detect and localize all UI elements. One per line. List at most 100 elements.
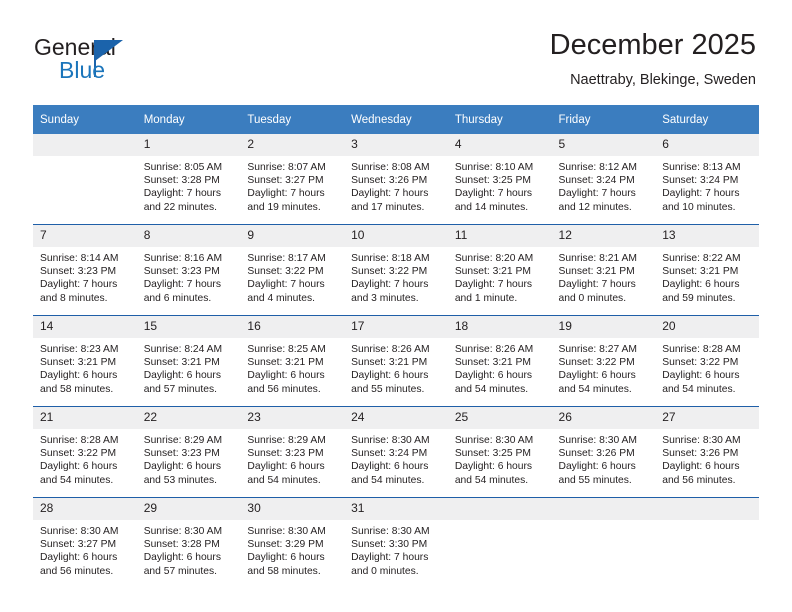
calendar-day-cell[interactable]: 15 Sunrise: 8:24 AM Sunset: 3:21 PM Dayligh…	[136, 315, 241, 407]
sunset-text: Sunset: 3:30 PM	[351, 539, 428, 551]
calendar-day-cell[interactable]: 3 Sunrise: 8:08 AM Sunset: 3:26 PM Daylight…	[344, 134, 448, 225]
calendar-day-cell[interactable]: 6 Sunrise: 8:13 AM Sunset: 3:24 PM Daylight…	[655, 134, 759, 225]
day-details: Sunrise: 8:18 AM Sunset: 3:22 PM Daylight:…	[344, 247, 448, 305]
calendar-header-row-group: Sunday Monday Tuesday Wednesday Thursday…	[33, 105, 759, 134]
day-number: 30	[240, 498, 345, 520]
daylight-text-line1: Daylight: 7 hours	[247, 188, 325, 200]
calendar-day-cell[interactable]: 10 Sunrise: 8:18 AM Sunset: 3:22 PM Dayligh…	[344, 224, 448, 316]
day-number: 16	[240, 316, 345, 338]
calendar-day-cell[interactable]: 16 Sunrise: 8:25 AM Sunset: 3:21 PM Dayligh…	[240, 315, 345, 407]
day-number: 5	[551, 134, 656, 156]
calendar-day-cell[interactable]: 29 Sunrise: 8:30 AM Sunset: 3:28 PM Dayligh…	[136, 497, 241, 588]
calendar-day-cell[interactable]: 7 Sunrise: 8:14 AM Sunset: 3:23 PM Daylight…	[33, 224, 137, 316]
sunrise-text: Sunrise: 8:30 AM	[247, 526, 326, 537]
general-blue-logo: General Blue	[34, 34, 214, 86]
daylight-text-line1: Daylight: 6 hours	[247, 370, 325, 382]
day-details: Sunrise: 8:29 AM Sunset: 3:23 PM Daylight:…	[240, 429, 344, 487]
day-details: Sunrise: 8:12 AM Sunset: 3:24 PM Daylight:…	[552, 156, 656, 214]
sunrise-text: Sunrise: 8:28 AM	[40, 435, 119, 446]
calendar-day-cell[interactable]: 2 Sunrise: 8:07 AM Sunset: 3:27 PM Daylight…	[240, 134, 345, 225]
calendar-day-cell[interactable]: 17 Sunrise: 8:26 AM Sunset: 3:21 PM Dayligh…	[344, 315, 448, 407]
day-number: 7	[33, 225, 137, 247]
sunset-text: Sunset: 3:27 PM	[40, 539, 117, 551]
calendar-day-cell[interactable]: 31 Sunrise: 8:30 AM Sunset: 3:30 PM Dayligh…	[344, 497, 448, 588]
calendar-day-cell[interactable]: 9 Sunrise: 8:17 AM Sunset: 3:22 PM Daylight…	[240, 224, 345, 316]
calendar-day-cell[interactable]: 18 Sunrise: 8:26 AM Sunset: 3:21 PM Dayligh…	[447, 315, 552, 407]
day-number: 11	[447, 225, 552, 247]
daylight-text-line1: Daylight: 6 hours	[40, 370, 118, 382]
daylight-text-line2: and 8 minutes.	[40, 292, 108, 304]
weekday-header-friday: Friday	[551, 105, 656, 134]
day-number	[655, 498, 759, 520]
day-details: Sunrise: 8:23 AM Sunset: 3:21 PM Daylight:…	[33, 338, 137, 396]
daylight-text-line2: and 59 minutes.	[662, 292, 736, 304]
daylight-text-line2: and 0 minutes.	[558, 292, 627, 304]
calendar-day-cell[interactable]: 30 Sunrise: 8:30 AM Sunset: 3:29 PM Dayligh…	[240, 497, 345, 588]
daylight-text-line2: and 55 minutes.	[558, 474, 632, 486]
calendar-day-cell[interactable]: 12 Sunrise: 8:21 AM Sunset: 3:21 PM Dayligh…	[551, 224, 656, 316]
sunset-text: Sunset: 3:22 PM	[40, 448, 117, 460]
day-number	[551, 498, 656, 520]
sunrise-text: Sunrise: 8:21 AM	[558, 253, 637, 264]
calendar-day-cell[interactable]: 21 Sunrise: 8:28 AM Sunset: 3:22 PM Dayligh…	[33, 406, 137, 498]
calendar-day-cell[interactable]: 8 Sunrise: 8:16 AM Sunset: 3:23 PM Daylight…	[136, 224, 241, 316]
calendar-day-cell[interactable]: 19 Sunrise: 8:27 AM Sunset: 3:22 PM Dayligh…	[551, 315, 656, 407]
daylight-text-line1: Daylight: 6 hours	[40, 461, 118, 473]
logo-text-blue: Blue	[59, 57, 106, 83]
calendar-day-cell[interactable]: 22 Sunrise: 8:29 AM Sunset: 3:23 PM Dayligh…	[136, 406, 241, 498]
title-block: December 2025 Naettraby, Blekinge, Swede…	[550, 28, 756, 90]
calendar-day-cell[interactable]: 5 Sunrise: 8:12 AM Sunset: 3:24 PM Daylight…	[551, 134, 656, 225]
calendar-day-cell[interactable]: 26 Sunrise: 8:30 AM Sunset: 3:26 PM Dayligh…	[551, 406, 656, 498]
calendar-day-cell[interactable]: 25 Sunrise: 8:30 AM Sunset: 3:25 PM Dayligh…	[447, 406, 552, 498]
sunrise-text: Sunrise: 8:23 AM	[40, 344, 119, 355]
day-details: Sunrise: 8:22 AM Sunset: 3:21 PM Daylight:…	[655, 247, 759, 305]
daylight-text-line1: Daylight: 7 hours	[40, 279, 118, 291]
day-details: Sunrise: 8:30 AM Sunset: 3:29 PM Daylight:…	[240, 520, 344, 578]
sunrise-text: Sunrise: 8:05 AM	[143, 162, 223, 173]
sunset-text: Sunset: 3:21 PM	[454, 266, 531, 278]
daylight-text-line1: Daylight: 6 hours	[247, 461, 325, 473]
day-number: 13	[655, 225, 759, 247]
calendar-day-cell[interactable]: 27 Sunrise: 8:30 AM Sunset: 3:26 PM Dayligh…	[655, 406, 759, 498]
daylight-text-line2: and 58 minutes.	[247, 565, 321, 577]
day-number	[33, 134, 137, 156]
day-details: Sunrise: 8:30 AM Sunset: 3:26 PM Daylight:…	[552, 429, 656, 487]
daylight-text-line1: Daylight: 6 hours	[454, 461, 533, 473]
daylight-text-line2: and 10 minutes.	[662, 201, 736, 213]
day-details: Sunrise: 8:24 AM Sunset: 3:21 PM Daylight:…	[137, 338, 241, 396]
calendar-day-cell[interactable]: 23 Sunrise: 8:29 AM Sunset: 3:23 PM Dayligh…	[240, 406, 345, 498]
weekday-header-wednesday: Wednesday	[344, 105, 448, 134]
daylight-text-line2: and 54 minutes.	[40, 474, 114, 486]
sunrise-text: Sunrise: 8:25 AM	[247, 344, 326, 355]
calendar-day-cell[interactable]: 28 Sunrise: 8:30 AM Sunset: 3:27 PM Dayligh…	[33, 497, 137, 588]
sunrise-text: Sunrise: 8:28 AM	[662, 344, 741, 355]
day-details: Sunrise: 8:07 AM Sunset: 3:27 PM Daylight:…	[240, 156, 344, 214]
day-number: 12	[551, 225, 656, 247]
daylight-text-line2: and 0 minutes.	[351, 565, 419, 577]
daylight-text-line1: Daylight: 7 hours	[351, 552, 429, 564]
calendar-day-cell[interactable]: 20 Sunrise: 8:28 AM Sunset: 3:22 PM Dayligh…	[655, 315, 759, 407]
calendar-day-cell[interactable]: 24 Sunrise: 8:30 AM Sunset: 3:24 PM Dayligh…	[344, 406, 448, 498]
sunset-text: Sunset: 3:21 PM	[247, 357, 324, 369]
calendar-day-cell[interactable]: 11 Sunrise: 8:20 AM Sunset: 3:21 PM Dayligh…	[447, 224, 552, 316]
day-details: Sunrise: 8:29 AM Sunset: 3:23 PM Daylight:…	[137, 429, 241, 487]
day-number: 31	[344, 498, 448, 520]
day-number: 25	[447, 407, 552, 429]
day-details: Sunrise: 8:30 AM Sunset: 3:26 PM Daylight:…	[655, 429, 759, 487]
daylight-text-line1: Daylight: 6 hours	[351, 370, 429, 382]
sunrise-text: Sunrise: 8:27 AM	[558, 344, 637, 355]
calendar-day-cell-empty	[551, 497, 656, 588]
calendar-day-cell[interactable]: 4 Sunrise: 8:10 AM Sunset: 3:25 PM Daylight…	[447, 134, 552, 225]
daylight-text-line1: Daylight: 6 hours	[662, 461, 740, 473]
day-details: Sunrise: 8:30 AM Sunset: 3:27 PM Daylight:…	[33, 520, 137, 578]
calendar-day-cell[interactable]: 13 Sunrise: 8:22 AM Sunset: 3:21 PM Dayligh…	[655, 224, 759, 316]
day-number: 24	[344, 407, 448, 429]
daylight-text-line1: Daylight: 7 hours	[454, 279, 533, 291]
daylight-text-line2: and 56 minutes.	[662, 474, 736, 486]
calendar-week-row: 28 Sunrise: 8:30 AM Sunset: 3:27 PM Dayligh…	[33, 497, 759, 588]
day-details: Sunrise: 8:25 AM Sunset: 3:21 PM Daylight:…	[240, 338, 344, 396]
calendar-day-cell[interactable]: 1 Sunrise: 8:05 AM Sunset: 3:28 PM Daylight…	[136, 134, 241, 225]
day-details: Sunrise: 8:17 AM Sunset: 3:22 PM Daylight:…	[240, 247, 344, 305]
calendar-day-cell[interactable]: 14 Sunrise: 8:23 AM Sunset: 3:21 PM Dayligh…	[33, 315, 137, 407]
sunset-text: Sunset: 3:26 PM	[558, 448, 635, 460]
